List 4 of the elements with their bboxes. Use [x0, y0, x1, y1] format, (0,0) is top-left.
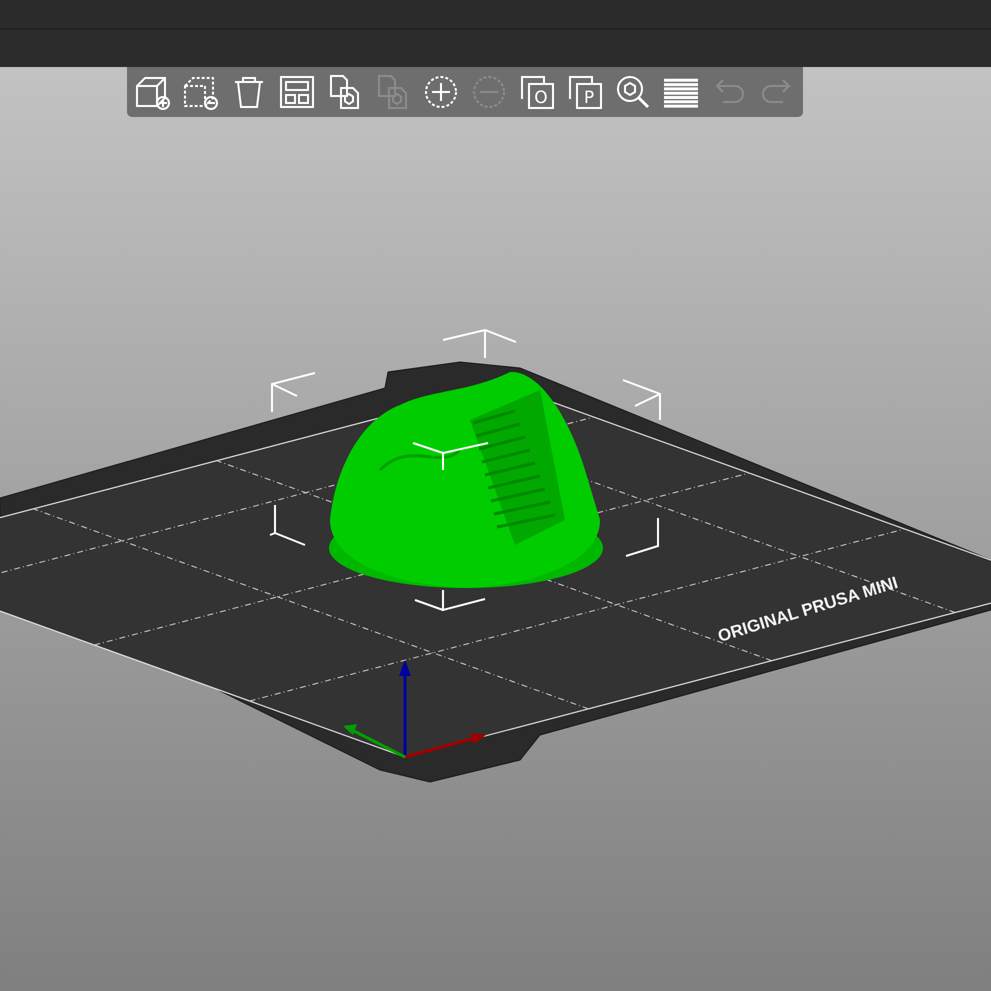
split-parts-button[interactable]: P	[565, 72, 605, 112]
split-glyph: O	[534, 88, 548, 108]
split-objects-button[interactable]: O	[517, 72, 557, 112]
split-glyph: P	[584, 88, 594, 108]
